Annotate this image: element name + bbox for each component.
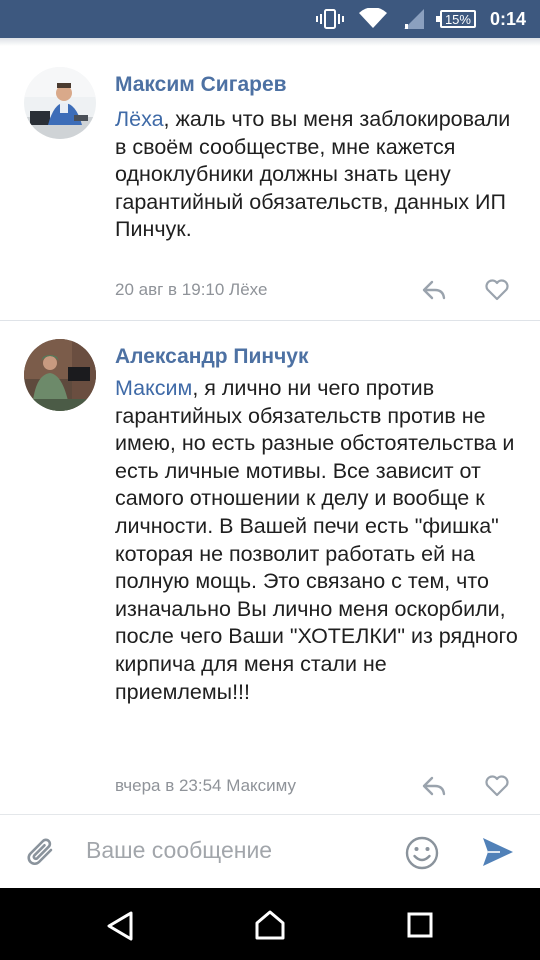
comment-meta[interactable]: вчера в 23:54 Максиму [115, 776, 296, 796]
clock: 0:14 [489, 8, 526, 29]
heart-icon[interactable] [484, 278, 510, 307]
paperclip-icon[interactable] [24, 836, 60, 875]
heart-icon[interactable] [484, 774, 510, 803]
avatar[interactable] [24, 339, 96, 411]
comment-divider [0, 320, 540, 321]
comment-text: Лёха, жаль что вы меня заблокировали в с… [115, 106, 525, 244]
comment-text: Максим, я лично ни чего против гарантийн… [115, 375, 525, 706]
wifi-icon [358, 8, 388, 30]
cell-signal-icon [402, 8, 426, 30]
status-bar: 15% 0:14 [0, 0, 540, 38]
comment-author[interactable]: Александр Пинчук [115, 345, 309, 369]
system-nav-bar [0, 888, 540, 960]
smiley-icon[interactable] [404, 835, 440, 876]
vibrate-icon [315, 8, 344, 30]
comment-author[interactable]: Максим Сигарев [115, 73, 287, 97]
comment-body: , я лично ни чего против гарантийных обя… [115, 376, 518, 704]
message-composer: Ваше сообщение [0, 814, 540, 889]
comment-meta[interactable]: 20 авг в 19:10 Лёхе [115, 280, 267, 300]
recents-square-icon[interactable] [406, 911, 434, 944]
battery-level: 15% [435, 10, 476, 28]
mention-link[interactable]: Максим [115, 376, 192, 400]
battery-icon: 15% [435, 10, 476, 28]
home-icon[interactable] [253, 908, 287, 947]
message-input[interactable]: Ваше сообщение [86, 837, 272, 864]
reply-icon[interactable] [421, 278, 447, 307]
back-triangle-icon[interactable] [105, 910, 135, 947]
toolbar-shadow [0, 38, 540, 46]
mention-link[interactable]: Лёха [115, 107, 164, 131]
avatar[interactable] [24, 67, 96, 139]
reply-icon[interactable] [421, 774, 447, 803]
send-icon[interactable] [480, 835, 516, 874]
comment-body: , жаль что вы меня заблокировали в своём… [115, 107, 511, 242]
